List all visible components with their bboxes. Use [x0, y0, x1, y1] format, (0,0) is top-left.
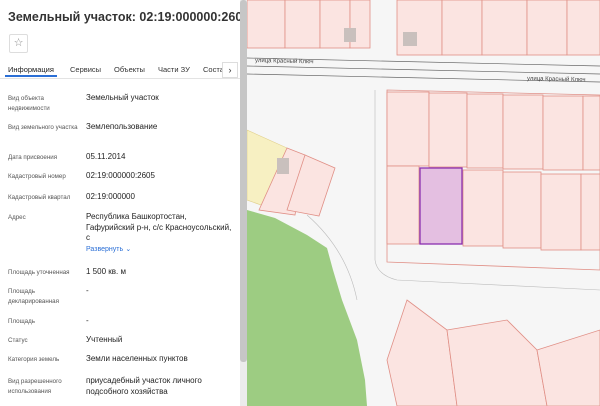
row-label: Вид разрешенного использования	[8, 378, 62, 395]
row-label: Кадастровый квартал	[8, 194, 71, 201]
row-label: Площадь декларированная	[8, 288, 59, 305]
tab-information[interactable]: Информация	[8, 65, 54, 74]
row-value: -	[86, 316, 89, 325]
parcel	[540, 173, 582, 251]
parcel	[284, 0, 321, 49]
parcel	[566, 0, 600, 56]
row-label: Категория земель	[8, 356, 60, 363]
parcel	[446, 319, 548, 406]
parcel	[247, 0, 286, 49]
row-value: Учтенный	[86, 335, 123, 344]
parcel	[526, 0, 568, 56]
tab-bar: Информация Сервисы Объекты Части ЗУ Сост…	[0, 60, 240, 79]
row-value: 05.11.2014	[86, 152, 126, 161]
active-tab-indicator	[5, 75, 57, 77]
row-value: 02:19:000000:2605	[86, 171, 155, 180]
street-label: улица Красный Ключ	[527, 75, 586, 83]
address-text: Республика Башкортостан, Гафурийский р-н…	[86, 212, 232, 242]
tab-objects[interactable]: Объекты	[114, 65, 145, 74]
street-label: улица Красный Ключ	[255, 57, 314, 65]
parcel-group-top-right	[396, 0, 600, 56]
parcel	[536, 329, 600, 406]
expand-label[interactable]: Развернуть	[86, 246, 123, 253]
info-panel: Земельный участок: 02:19:000000:2605 ☆ И…	[0, 0, 240, 406]
green-area	[247, 210, 367, 406]
parcel	[502, 94, 544, 170]
tab-services[interactable]: Сервисы	[70, 65, 101, 74]
parcel	[396, 0, 443, 56]
page-title: Земельный участок: 02:19:000000:2605	[8, 10, 240, 24]
parcel	[386, 91, 430, 167]
row-label: Дата присвоения	[8, 154, 58, 161]
row-value: приусадебный участок личного подсобного …	[86, 376, 202, 396]
map-view[interactable]: улица Красный Ключ улица Красный Ключ	[247, 0, 600, 406]
row-label: Площадь уточненная	[8, 269, 70, 276]
row-label: Статус	[8, 337, 28, 344]
row-label: Вид земельного участка	[8, 124, 78, 131]
parcel-group-right	[386, 91, 600, 251]
selected-parcel	[419, 167, 463, 245]
parcel	[580, 173, 600, 251]
parcel	[582, 95, 600, 171]
building	[403, 32, 417, 46]
parcel	[386, 299, 458, 406]
panel-scrollbar-thumb[interactable]	[240, 0, 247, 362]
map-canvas[interactable]: улица Красный Ключ улица Красный Ключ	[247, 0, 600, 406]
building	[344, 28, 356, 42]
row-value: Республика Башкортостан, Гафурийский р-н…	[86, 212, 236, 255]
parcel	[386, 165, 420, 245]
parcel	[481, 0, 528, 56]
row-value: Земельный участок	[86, 93, 159, 102]
parcel	[428, 92, 468, 168]
building	[277, 158, 289, 174]
parcel-group-bottom	[386, 299, 600, 406]
row-value: -	[86, 286, 89, 295]
parcel	[441, 0, 483, 56]
row-label: Вид объекта недвижимости	[8, 95, 50, 112]
expand-link[interactable]: Развернуть ⌄	[86, 244, 236, 256]
parcel	[466, 93, 504, 169]
parcel	[542, 95, 584, 171]
row-label: Адрес	[8, 214, 26, 221]
row-label: Кадастровый номер	[8, 173, 66, 180]
row-value: Землепользование	[86, 122, 158, 131]
star-icon[interactable]: ☆	[9, 34, 28, 53]
tabs-next-button[interactable]: ›	[222, 62, 238, 78]
parcel	[462, 169, 504, 247]
parcel	[502, 171, 542, 249]
row-label: Площадь	[8, 318, 35, 325]
tab-parts[interactable]: Части ЗУ	[158, 65, 190, 74]
row-value: Земли населенных пунктов	[86, 354, 188, 363]
row-value: 1 500 кв. м	[86, 267, 126, 276]
chevron-down-icon[interactable]: ⌄	[125, 246, 131, 253]
row-value: 02:19:000000	[86, 192, 135, 201]
